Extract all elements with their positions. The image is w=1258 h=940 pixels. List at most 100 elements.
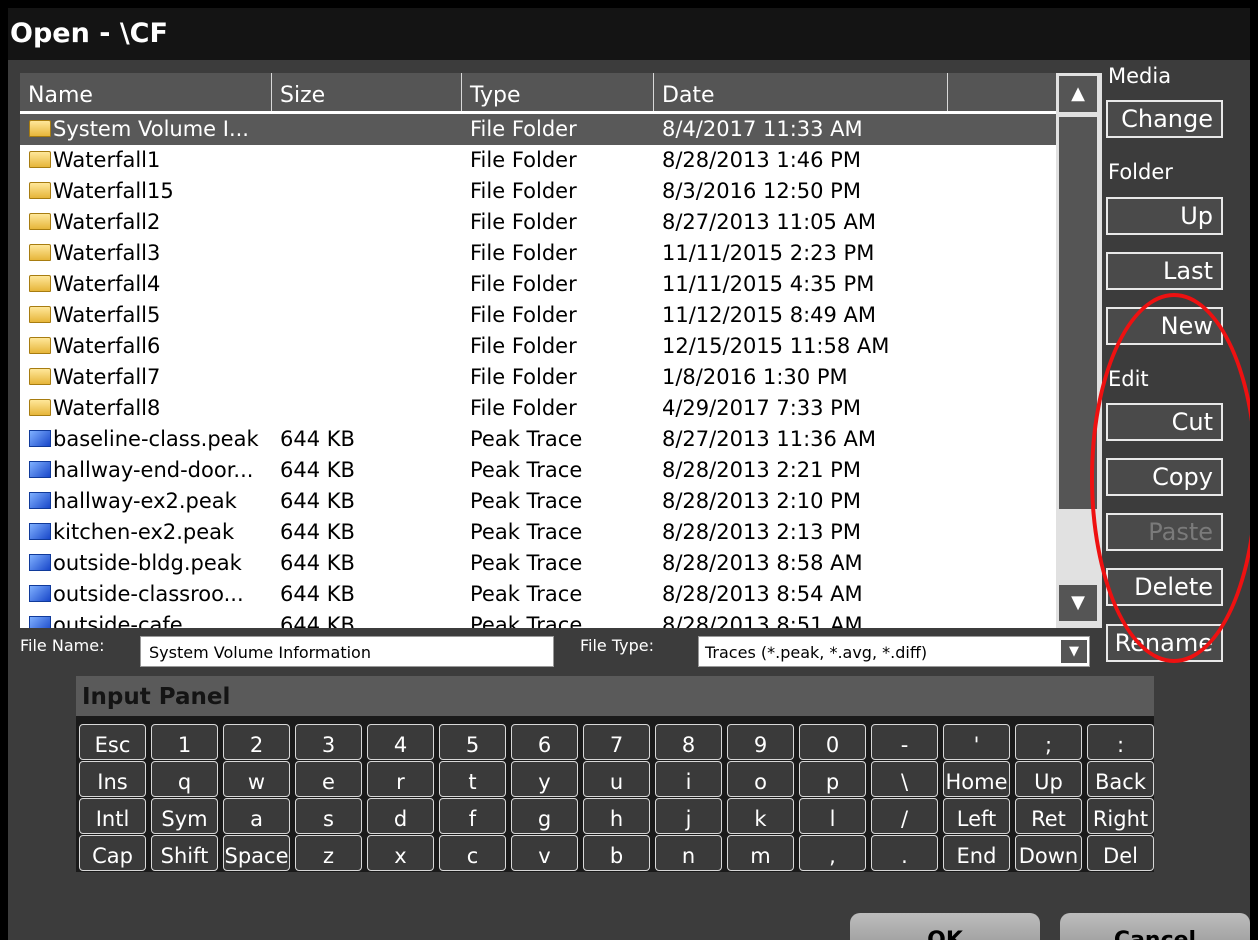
key-v[interactable]: v	[511, 835, 578, 871]
table-row[interactable]: Waterfall6 File Folder 12/15/2015 11:58 AM	[20, 331, 1056, 362]
rename-button[interactable]: Rename	[1106, 624, 1223, 662]
copy-button[interactable]: Copy	[1106, 458, 1223, 496]
key-x92[interactable]: \	[871, 761, 938, 797]
table-row[interactable]: Waterfall2 File Folder 8/27/2013 11:05 AM	[20, 207, 1056, 238]
table-row[interactable]: Waterfall7 File Folder 1/8/2016 1:30 PM	[20, 362, 1056, 393]
key-cap[interactable]: Cap	[79, 835, 146, 871]
key-ret[interactable]: Ret	[1015, 798, 1082, 834]
key-s[interactable]: s	[295, 798, 362, 834]
key-intl[interactable]: Intl	[79, 798, 146, 834]
paste-button[interactable]: Paste	[1106, 513, 1223, 551]
key-q[interactable]: q	[151, 761, 218, 797]
table-row[interactable]: Waterfall4 File Folder 11/11/2015 4:35 PM	[20, 269, 1056, 300]
key-shift[interactable]: Shift	[151, 835, 218, 871]
key-home[interactable]: Home	[943, 761, 1010, 797]
key-x47[interactable]: /	[871, 798, 938, 834]
table-row[interactable]: Waterfall3 File Folder 11/11/2015 2:23 PM	[20, 238, 1056, 269]
key-5[interactable]: 5	[439, 724, 506, 760]
scroll-up-icon[interactable]: ▲	[1059, 76, 1097, 112]
cut-button[interactable]: Cut	[1106, 403, 1223, 441]
vertical-scrollbar[interactable]: ▲ ▼	[1056, 73, 1102, 628]
table-row[interactable]: Waterfall8 File Folder 4/29/2017 7:33 PM	[20, 393, 1056, 424]
cancel-button[interactable]: Cancel	[1060, 913, 1250, 940]
key-9[interactable]: 9	[727, 724, 794, 760]
key-g[interactable]: g	[511, 798, 578, 834]
file-type-select[interactable]: Traces (*.peak, *.avg, *.diff) ▼	[698, 636, 1090, 667]
key-m[interactable]: m	[727, 835, 794, 871]
folder-up-button[interactable]: Up	[1106, 197, 1223, 235]
key-right[interactable]: Right	[1087, 798, 1154, 834]
key-down[interactable]: Down	[1015, 835, 1082, 871]
file-name-input[interactable]: System Volume Information	[140, 636, 554, 667]
table-row[interactable]: baseline-class.peak 644 KB Peak Trace 8/27/…	[20, 424, 1056, 455]
table-row[interactable]: Waterfall1 File Folder 8/28/2013 1:46 PM	[20, 145, 1056, 176]
table-row[interactable]: outside-bldg.peak 644 KB Peak Trace 8/28/20…	[20, 548, 1056, 579]
key-x58[interactable]: :	[1087, 724, 1154, 760]
table-row[interactable]: hallway-ex2.peak 644 KB Peak Trace 8/28/201…	[20, 486, 1056, 517]
column-header-name[interactable]: Name	[20, 73, 272, 111]
key-r[interactable]: r	[367, 761, 434, 797]
column-header-type[interactable]: Type	[462, 73, 654, 111]
key-esc[interactable]: Esc	[79, 724, 146, 760]
key-d[interactable]: d	[367, 798, 434, 834]
key-left[interactable]: Left	[943, 798, 1010, 834]
key-t[interactable]: t	[439, 761, 506, 797]
table-row[interactable]: Waterfall5 File Folder 11/12/2015 8:49 AM	[20, 300, 1056, 331]
key-h[interactable]: h	[583, 798, 650, 834]
chevron-down-icon[interactable]: ▼	[1061, 640, 1087, 663]
column-header-size[interactable]: Size	[272, 73, 462, 111]
key-6[interactable]: 6	[511, 724, 578, 760]
scroll-thumb[interactable]	[1059, 117, 1097, 509]
key-0[interactable]: 0	[799, 724, 866, 760]
new-folder-button[interactable]: New	[1106, 307, 1223, 345]
key-a[interactable]: a	[223, 798, 290, 834]
key-del[interactable]: Del	[1087, 835, 1154, 871]
key-x46[interactable]: .	[871, 835, 938, 871]
key-up[interactable]: Up	[1015, 761, 1082, 797]
key-i[interactable]: i	[655, 761, 722, 797]
key-2[interactable]: 2	[223, 724, 290, 760]
key-end[interactable]: End	[943, 835, 1010, 871]
key-x[interactable]: x	[367, 835, 434, 871]
change-media-button[interactable]: Change	[1106, 100, 1223, 138]
table-row[interactable]: outside-classroo... 644 KB Peak Trace 8/28/…	[20, 579, 1056, 610]
key-x44[interactable]: ,	[799, 835, 866, 871]
key-4[interactable]: 4	[367, 724, 434, 760]
key-c[interactable]: c	[439, 835, 506, 871]
delete-button[interactable]: Delete	[1106, 568, 1223, 606]
key-z[interactable]: z	[295, 835, 362, 871]
column-header-date[interactable]: Date	[654, 73, 948, 111]
key-k[interactable]: k	[727, 798, 794, 834]
table-row[interactable]: outside-cafe... 644 KB Peak Trace 8/28/2013…	[20, 610, 1056, 628]
file-list[interactable]: Name Size Type Date System Volume I... Fi…	[20, 73, 1102, 628]
key-1[interactable]: 1	[151, 724, 218, 760]
key-n[interactable]: n	[655, 835, 722, 871]
key-o[interactable]: o	[727, 761, 794, 797]
key-p[interactable]: p	[799, 761, 866, 797]
key-8[interactable]: 8	[655, 724, 722, 760]
key-7[interactable]: 7	[583, 724, 650, 760]
table-row[interactable]: Waterfall15 File Folder 8/3/2016 12:50 PM	[20, 176, 1056, 207]
table-row[interactable]: System Volume I... File Folder 8/4/2017 11…	[20, 114, 1056, 145]
key-f[interactable]: f	[439, 798, 506, 834]
key-l[interactable]: l	[799, 798, 866, 834]
key-sym[interactable]: Sym	[151, 798, 218, 834]
key-3[interactable]: 3	[295, 724, 362, 760]
key-x59[interactable]: ;	[1015, 724, 1082, 760]
key-u[interactable]: u	[583, 761, 650, 797]
key-x39[interactable]: '	[943, 724, 1010, 760]
ok-button[interactable]: OK	[850, 913, 1040, 940]
key-e[interactable]: e	[295, 761, 362, 797]
table-row[interactable]: hallway-end-door... 644 KB Peak Trace 8/28/…	[20, 455, 1056, 486]
folder-last-button[interactable]: Last	[1106, 252, 1223, 290]
key-back[interactable]: Back	[1087, 761, 1154, 797]
key-j[interactable]: j	[655, 798, 722, 834]
key-w[interactable]: w	[223, 761, 290, 797]
key-space[interactable]: Space	[223, 835, 290, 871]
key-y[interactable]: y	[511, 761, 578, 797]
scroll-down-icon[interactable]: ▼	[1059, 585, 1097, 621]
table-row[interactable]: kitchen-ex2.peak 644 KB Peak Trace 8/28/201…	[20, 517, 1056, 548]
key-b[interactable]: b	[583, 835, 650, 871]
key-x45[interactable]: -	[871, 724, 938, 760]
key-ins[interactable]: Ins	[79, 761, 146, 797]
